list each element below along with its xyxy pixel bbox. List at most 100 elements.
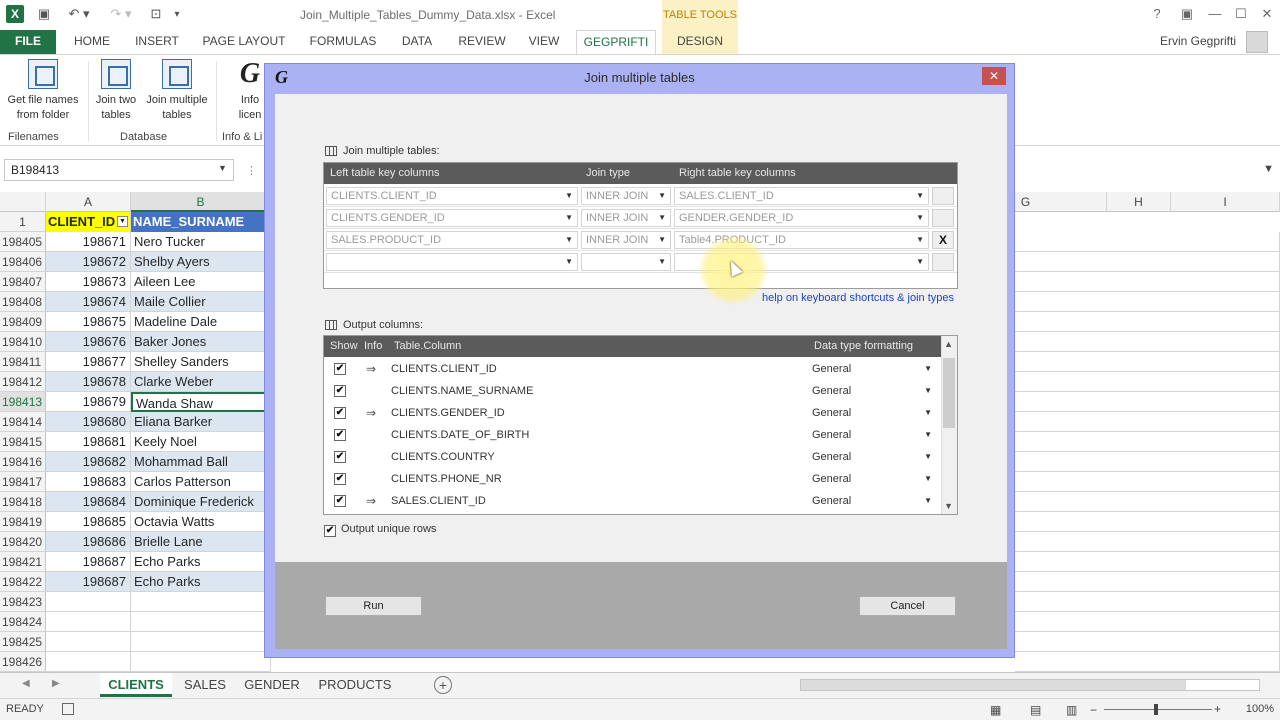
column-header-a[interactable]: A — [46, 192, 131, 212]
vertical-scrollbar[interactable]: ▲ ▼ — [941, 336, 957, 514]
row-header[interactable]: 198421 — [0, 552, 46, 572]
chevron-down-icon[interactable]: ▼ — [565, 188, 573, 204]
cell-client-id[interactable]: 198674 — [46, 292, 131, 312]
column-header-h[interactable]: H — [1107, 192, 1171, 212]
cell-name-surname[interactable]: Carlos Patterson — [131, 472, 271, 492]
cell-client-id[interactable]: 198681 — [46, 432, 131, 452]
empty-cells[interactable] — [1015, 232, 1280, 252]
empty-cells[interactable] — [1015, 552, 1280, 572]
cell-name-surname[interactable]: Brielle Lane — [131, 532, 271, 552]
redo-icon[interactable]: ↷ ▾ — [104, 4, 138, 24]
cell-name-surname[interactable]: Eliana Barker — [131, 412, 271, 432]
cell-name-surname[interactable]: Madeline Dale — [131, 312, 271, 332]
join-type-combo[interactable]: ▼ — [581, 253, 671, 271]
row-header[interactable]: 198411 — [0, 352, 46, 372]
cell-name-surname[interactable]: Clarke Weber — [131, 372, 271, 392]
show-column-checkbox[interactable]: ✔ — [334, 385, 346, 397]
cell-client-id[interactable]: 198685 — [46, 512, 131, 532]
empty-cells[interactable] — [1015, 572, 1280, 592]
tab-review[interactable]: REVIEW — [450, 30, 514, 54]
chevron-down-icon[interactable]: ▼ — [916, 232, 924, 248]
cell-name-surname[interactable]: Echo Parks — [131, 552, 271, 572]
undo-icon[interactable]: ↶ ▾ — [62, 4, 96, 24]
tab-data[interactable]: DATA — [392, 30, 442, 54]
left-key-combo[interactable]: CLIENTS.CLIENT_ID ▼ — [326, 187, 578, 205]
format-combo[interactable]: General ▼ — [812, 380, 936, 402]
cell-name-surname[interactable]: Shelby Ayers — [131, 252, 271, 272]
cell-client-id[interactable]: 198687 — [46, 572, 131, 592]
selected-cell[interactable]: Wanda Shaw — [131, 392, 271, 412]
empty-cells[interactable] — [1015, 272, 1280, 292]
chevron-down-icon[interactable]: ▼ — [565, 232, 573, 248]
empty-cells[interactable] — [1015, 452, 1280, 472]
sheet-next-icon[interactable]: ▶ — [52, 678, 60, 689]
format-combo[interactable]: General ▼ — [812, 424, 936, 446]
zoom-out-icon[interactable]: − — [1090, 703, 1097, 717]
chevron-down-icon[interactable]: ▼ — [658, 254, 666, 270]
cell-client-id[interactable]: 198671 — [46, 232, 131, 252]
tab-file[interactable]: FILE — [0, 30, 56, 54]
expand-formula-bar-icon[interactable]: ▼ — [1263, 163, 1274, 175]
chevron-down-icon[interactable]: ▼ — [924, 358, 932, 380]
empty-cells[interactable] — [1015, 612, 1280, 632]
cell-name-surname[interactable]: Echo Parks — [131, 572, 271, 592]
right-key-combo[interactable]: ▼ — [674, 253, 929, 271]
add-sheet-icon[interactable]: + — [434, 676, 452, 694]
row-header[interactable]: 198405 — [0, 232, 46, 252]
empty-cells[interactable] — [1015, 352, 1280, 372]
chevron-down-icon[interactable]: ▼ — [658, 188, 666, 204]
dialog-close-button[interactable]: ✕ — [982, 67, 1006, 85]
cell-client-id[interactable]: 198678 — [46, 372, 131, 392]
empty-cells[interactable] — [1015, 372, 1280, 392]
sheet-tab-clients[interactable]: CLIENTS — [100, 673, 172, 697]
cell-name-surname[interactable]: Shelley Sanders — [131, 352, 271, 372]
zoom-slider-handle[interactable] — [1154, 704, 1158, 715]
cell-client-id[interactable]: 198680 — [46, 412, 131, 432]
filter-dropdown-icon[interactable]: ▼ — [117, 216, 128, 227]
format-combo[interactable]: General ▼ — [812, 490, 936, 512]
column-header-i[interactable]: I — [1171, 192, 1280, 212]
cell-name-surname[interactable]: Maile Collier — [131, 292, 271, 312]
empty-cells[interactable] — [1015, 472, 1280, 492]
join-type-combo[interactable]: INNER JOIN ▼ — [581, 187, 671, 205]
empty-cells[interactable] — [1015, 392, 1280, 412]
cancel-button[interactable]: Cancel — [859, 596, 956, 616]
chevron-down-icon[interactable]: ▼ — [924, 446, 932, 468]
chevron-down-icon[interactable]: ▼ — [924, 380, 932, 402]
sheet-tab-sales[interactable]: SALES — [176, 673, 234, 697]
join-two-tables-button[interactable]: Join two tables — [92, 59, 140, 123]
cell-client-id[interactable]: 198682 — [46, 452, 131, 472]
show-column-checkbox[interactable]: ✔ — [334, 473, 346, 485]
cell-client-id[interactable]: 198679 — [46, 392, 131, 412]
row-header[interactable]: 198417 — [0, 472, 46, 492]
tab-home[interactable]: HOME — [62, 30, 122, 54]
table-header-name-surname[interactable]: NAME_SURNAME — [131, 212, 271, 232]
help-icon[interactable]: ? — [1144, 4, 1170, 24]
sheet-tab-products[interactable]: PRODUCTS — [312, 673, 398, 697]
cell-name-surname[interactable] — [131, 612, 271, 632]
name-box[interactable]: B198413 — [4, 159, 234, 181]
empty-cells[interactable] — [1015, 532, 1280, 552]
chevron-down-icon[interactable]: ▼ — [924, 402, 932, 424]
join-multiple-tables-button[interactable]: Join multiple tables — [142, 59, 212, 123]
chevron-down-icon[interactable]: ▼ — [924, 490, 932, 512]
empty-cells[interactable] — [1015, 432, 1280, 452]
column-header-b[interactable]: B — [131, 192, 271, 212]
row-header[interactable]: 198410 — [0, 332, 46, 352]
row-header[interactable]: 198413 — [0, 392, 46, 412]
cell-client-id[interactable] — [46, 592, 131, 612]
page-layout-view-icon[interactable]: ▤ — [1030, 703, 1041, 717]
empty-cells[interactable] — [1015, 492, 1280, 512]
cell-name-surname[interactable]: Baker Jones — [131, 332, 271, 352]
cell-name-surname[interactable]: Dominique Frederick — [131, 492, 271, 512]
empty-cells[interactable] — [1015, 332, 1280, 352]
cell-name-surname[interactable]: Aileen Lee — [131, 272, 271, 292]
tab-insert[interactable]: INSERT — [128, 30, 186, 54]
select-all-corner[interactable] — [0, 192, 46, 212]
zoom-slider[interactable] — [1104, 704, 1212, 715]
cell-client-id[interactable]: 198675 — [46, 312, 131, 332]
show-column-checkbox[interactable]: ✔ — [334, 363, 346, 375]
chevron-down-icon[interactable]: ▼ — [916, 210, 924, 226]
tab-view[interactable]: VIEW — [520, 30, 568, 54]
chevron-down-icon[interactable]: ▼ — [565, 254, 573, 270]
